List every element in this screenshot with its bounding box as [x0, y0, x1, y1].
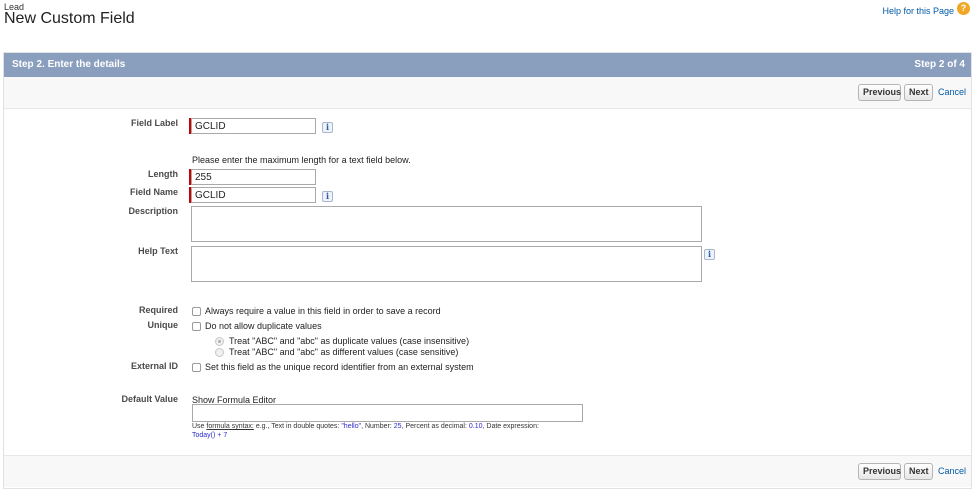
step-header: Step 2. Enter the details Step 2 of 4 [4, 53, 971, 77]
required-checkbox[interactable] [192, 307, 201, 316]
help-text-label: Help Text [138, 246, 178, 256]
help-icon[interactable]: ? [957, 2, 970, 15]
required-label: Required [138, 305, 178, 315]
unique-text: Do not allow duplicate values [205, 321, 322, 331]
case-insensitive-radio[interactable] [215, 337, 224, 346]
description-textarea[interactable] [191, 206, 702, 242]
previous-button[interactable]: Previous [858, 84, 901, 101]
formula-hint: Use formula syntax: e.g., Text in double… [192, 423, 539, 430]
field-label-label: Field Label [130, 118, 178, 128]
hint-text: , Percent as decimal: [401, 423, 469, 430]
hint-example: 25 [393, 423, 402, 430]
field-label-input[interactable] [191, 118, 316, 134]
hint-example: "hello" [341, 423, 362, 430]
top-button-bar: Previous Next Cancel [4, 77, 971, 109]
length-label: Length [148, 169, 178, 179]
info-icon[interactable]: i [322, 122, 333, 133]
bottom-button-bar: Previous Next Cancel [4, 455, 971, 487]
unique-label: Unique [147, 320, 179, 330]
external-id-label: External ID [130, 361, 178, 371]
default-value-input[interactable] [192, 404, 583, 422]
help-text-textarea[interactable] [191, 246, 702, 282]
case-sensitive-text: Treat "ABC" and "abc" as different value… [229, 347, 459, 357]
description-label: Description [128, 206, 178, 216]
help-link[interactable]: Help for this Page [882, 6, 954, 16]
previous-button[interactable]: Previous [858, 463, 901, 480]
hint-text: e.g., Text in double quotes: [253, 423, 342, 430]
hint-text: , Number: [361, 423, 394, 430]
field-name-label: Field Name [129, 187, 178, 197]
next-button[interactable]: Next [904, 463, 933, 480]
cancel-link[interactable]: Cancel [938, 87, 966, 97]
info-icon[interactable]: i [322, 191, 333, 202]
formula-syntax-link[interactable]: formula syntax: [206, 423, 253, 430]
info-icon[interactable]: i [704, 249, 715, 260]
page-title: New Custom Field [4, 10, 135, 27]
hint-text: , Date expression: [482, 423, 539, 430]
step-progress: Step 2 of 4 [914, 59, 965, 70]
case-sensitive-radio[interactable] [215, 348, 224, 357]
case-insensitive-text: Treat "ABC" and "abc" as duplicate value… [229, 336, 470, 346]
length-hint: Please enter the maximum length for a te… [192, 155, 411, 165]
step-panel: Step 2. Enter the details Step 2 of 4 Pr… [3, 52, 972, 489]
step-title: Step 2. Enter the details [12, 59, 126, 70]
field-name-input[interactable] [191, 187, 316, 203]
unique-checkbox[interactable] [192, 322, 201, 331]
external-id-checkbox[interactable] [192, 363, 201, 372]
external-id-text: Set this field as the unique record iden… [205, 362, 474, 372]
length-input[interactable] [191, 169, 316, 185]
hint-example: 0.10 [468, 423, 483, 430]
default-value-label: Default Value [121, 394, 178, 404]
cancel-link[interactable]: Cancel [938, 466, 966, 476]
next-button[interactable]: Next [904, 84, 933, 101]
hint-prefix: Use [192, 423, 207, 430]
hint-example: Today() + 7 [192, 432, 228, 439]
required-text: Always require a value in this field in … [205, 306, 441, 316]
